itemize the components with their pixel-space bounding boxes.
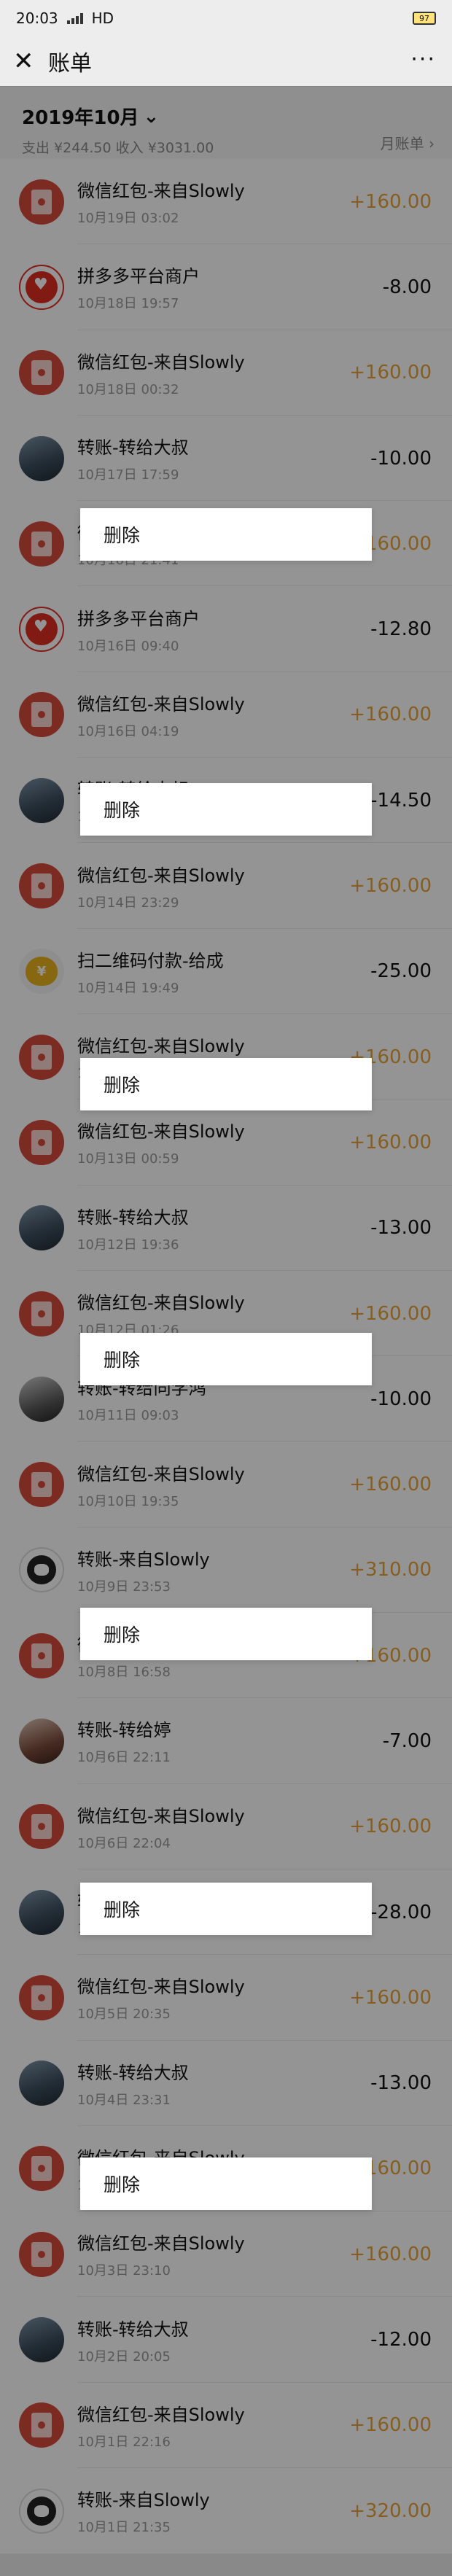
close-icon[interactable]: ✕ bbox=[13, 47, 42, 76]
delete-button[interactable]: 删除 bbox=[80, 1333, 372, 1385]
status-left: 20:03 HD bbox=[16, 9, 114, 27]
status-bar: 20:03 HD 97 bbox=[0, 0, 452, 36]
delete-button[interactable]: 删除 bbox=[80, 1883, 372, 1935]
battery-level: 97 bbox=[419, 13, 429, 23]
delete-button[interactable]: 删除 bbox=[80, 1058, 372, 1110]
delete-button[interactable]: 删除 bbox=[80, 783, 372, 836]
nav-bar: ✕ 账单 ··· bbox=[0, 36, 452, 86]
more-icon[interactable]: ··· bbox=[410, 47, 436, 72]
delete-button[interactable]: 删除 bbox=[80, 508, 372, 561]
network-label: HD bbox=[91, 9, 114, 27]
delete-button[interactable]: 删除 bbox=[80, 2157, 372, 2210]
battery-icon: 97 bbox=[413, 12, 436, 25]
signal-icon bbox=[66, 12, 83, 24]
delete-button[interactable]: 删除 bbox=[80, 1608, 372, 1660]
page-title: 账单 bbox=[48, 51, 92, 77]
status-time: 20:03 bbox=[16, 9, 58, 27]
